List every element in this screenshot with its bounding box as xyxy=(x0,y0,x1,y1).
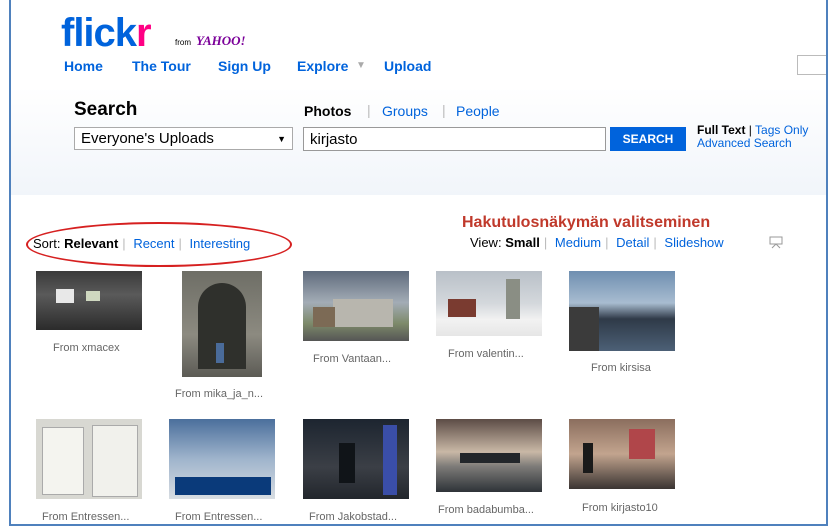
photo-thumbnail[interactable] xyxy=(36,271,142,330)
tab-photos[interactable]: Photos xyxy=(304,103,351,119)
yahoo-logo: YAHOO! xyxy=(196,33,246,48)
photo-caption[interactable]: From valentin... xyxy=(448,348,524,360)
nav-the-tour[interactable]: The Tour xyxy=(132,58,191,74)
photo-caption[interactable]: From Jakobstad... xyxy=(309,511,397,523)
tab-people[interactable]: People xyxy=(456,103,500,119)
browser-frame: flickr from YAHOO! Home The Tour Sign Up… xyxy=(9,0,828,526)
slideshow-icon[interactable] xyxy=(769,236,783,249)
photo-thumbnail[interactable] xyxy=(169,419,275,499)
full-text-option[interactable]: Full Text xyxy=(697,123,745,137)
advanced-search-link[interactable]: Advanced Search xyxy=(697,136,792,150)
photo-caption[interactable]: From badabumba... xyxy=(438,504,534,516)
search-scope-value: Everyone's Uploads xyxy=(81,130,214,147)
photo-thumbnail[interactable] xyxy=(36,419,142,499)
search-button[interactable]: SEARCH xyxy=(610,127,686,151)
tab-divider: | xyxy=(367,102,371,118)
view-slideshow[interactable]: Slideshow xyxy=(664,235,723,250)
explore-dropdown-icon[interactable]: ▼ xyxy=(356,60,366,71)
photo-caption[interactable]: From Entressen... xyxy=(42,511,129,523)
photo-thumbnail[interactable] xyxy=(569,419,675,489)
tags-only-option[interactable]: Tags Only xyxy=(755,123,808,137)
search-mode-options: Full Text | Tags Only Advanced Search xyxy=(697,123,809,150)
logo-from-text: from xyxy=(175,38,191,47)
photo-caption[interactable]: From xmacex xyxy=(53,342,120,354)
view-detail[interactable]: Detail xyxy=(616,235,649,250)
photo-caption[interactable]: From mika_ja_n... xyxy=(175,388,263,400)
nav-home[interactable]: Home xyxy=(64,58,103,74)
nav-explore[interactable]: Explore xyxy=(297,58,348,74)
photo-caption[interactable]: From Vantaan... xyxy=(313,353,391,365)
view-label: View: xyxy=(470,235,502,250)
photo-thumbnail[interactable] xyxy=(182,271,262,377)
annotation-text: Hakutulosnäkymän valitseminen xyxy=(462,214,711,231)
view-options: View: Small | Medium | Detail | Slideshow xyxy=(470,235,724,250)
search-scope-select[interactable]: Everyone's Uploads ▼ xyxy=(74,127,293,150)
logo-text-r: r xyxy=(136,11,152,55)
photo-caption[interactable]: From kirjasto10 xyxy=(582,502,658,514)
photo-caption[interactable]: From Entressen... xyxy=(175,511,262,523)
tab-groups[interactable]: Groups xyxy=(382,103,428,119)
annotation-oval xyxy=(26,222,292,267)
top-search-input[interactable] xyxy=(797,55,826,75)
search-heading: Search xyxy=(74,99,138,120)
photo-thumbnail[interactable] xyxy=(569,271,675,351)
flickr-logo[interactable]: flickr xyxy=(61,11,152,55)
chevron-down-icon: ▼ xyxy=(277,134,286,144)
nav-sign-up[interactable]: Sign Up xyxy=(218,58,271,74)
view-medium[interactable]: Medium xyxy=(555,235,601,250)
photo-caption[interactable]: From kirsisa xyxy=(591,362,651,374)
photo-thumbnail[interactable] xyxy=(436,271,542,336)
photo-thumbnail[interactable] xyxy=(436,419,542,492)
logo-text-flick: flick xyxy=(61,11,137,55)
tab-divider: | xyxy=(442,102,446,118)
photo-thumbnail[interactable] xyxy=(303,419,409,499)
photo-thumbnail[interactable] xyxy=(303,271,409,341)
nav-upload[interactable]: Upload xyxy=(384,58,431,74)
view-small[interactable]: Small xyxy=(505,235,540,250)
search-query-input[interactable]: kirjasto xyxy=(303,127,606,151)
